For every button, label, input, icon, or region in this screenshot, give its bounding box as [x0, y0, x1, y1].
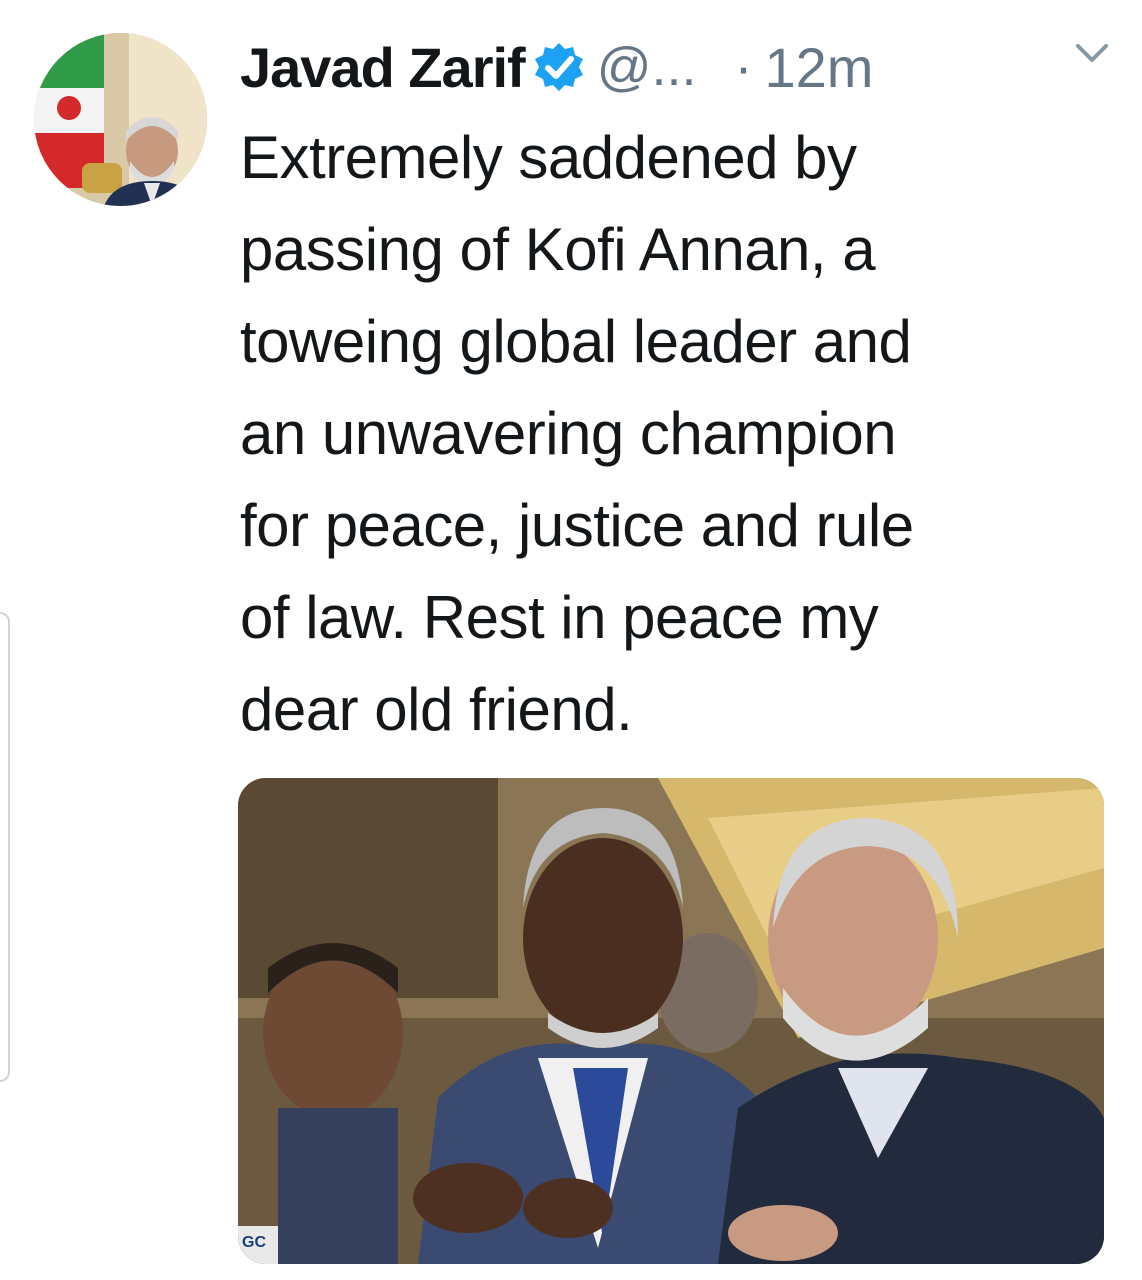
timestamp[interactable]: 12m	[765, 35, 874, 100]
user-handle[interactable]: @...	[597, 36, 697, 98]
media-caption-fragment: GC	[242, 1234, 266, 1251]
avatar[interactable]	[34, 33, 207, 206]
display-name[interactable]: Javad Zarif	[240, 35, 526, 100]
verified-badge-icon	[534, 43, 583, 91]
tweet-text: Extremely saddened by passing of Kofi An…	[240, 124, 914, 743]
separator-dot: ·	[734, 37, 753, 97]
avatar-image	[34, 33, 207, 206]
photo-image	[238, 778, 1104, 1264]
side-scroll-handle[interactable]	[0, 612, 10, 1082]
chevron-down-icon[interactable]	[1072, 38, 1112, 68]
tweet-media-photo[interactable]: GC	[238, 778, 1104, 1264]
tweet-header: Javad Zarif @... · 12m	[240, 22, 1120, 112]
